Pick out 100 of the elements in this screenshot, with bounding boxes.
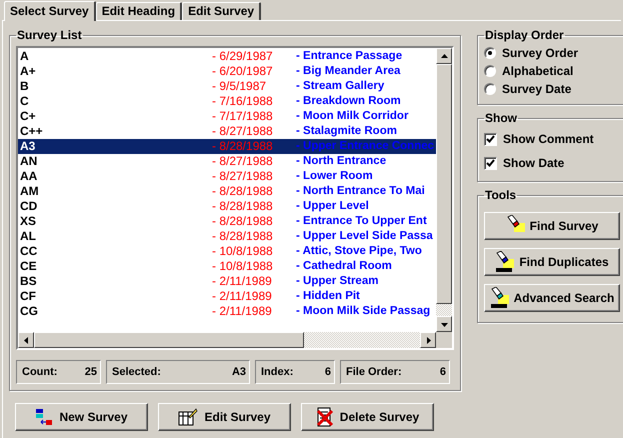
vertical-scrollbar[interactable]: [436, 48, 452, 332]
delete-document-icon: [316, 407, 334, 427]
survey-name: B: [19, 79, 30, 94]
radio-label: Survey Date: [502, 82, 572, 96]
list-row[interactable]: AN - 8/27/1988 - North Entrance: [18, 154, 436, 169]
survey-comment: - Upper Level Side Passa: [296, 229, 433, 244]
action-button[interactable]: New Survey: [15, 403, 148, 431]
list-row[interactable]: C++ - 8/27/1988 - Stalagmite Room: [18, 124, 436, 139]
status-label: Index:: [261, 366, 294, 378]
flashlight-icon: [495, 251, 516, 273]
flashlight-icon: [490, 287, 510, 309]
tool-button[interactable]: Find Duplicates: [484, 248, 620, 276]
checkbox-label: Show Date: [503, 156, 564, 170]
radio-button[interactable]: [484, 65, 496, 77]
list-row[interactable]: B - 9/5/1987 - Stream Gallery: [18, 79, 436, 94]
survey-comment: - North Entrance To Mai: [296, 184, 425, 199]
tab[interactable]: Select Survey: [4, 1, 96, 21]
survey-date: - 6/29/1987: [212, 49, 274, 64]
radio-label: Survey Order: [502, 46, 578, 60]
survey-name: C: [19, 94, 30, 109]
radio-label: Alphabetical: [502, 64, 574, 78]
group-title: Show: [484, 111, 518, 125]
survey-comment: - Moon Milk Corridor: [296, 109, 408, 124]
radio-button[interactable]: [484, 83, 496, 95]
list-row[interactable]: CE - 10/8/1988 - Cathedral Room: [18, 259, 436, 274]
survey-name: CD: [19, 199, 38, 214]
survey-date: - 2/11/1989: [212, 304, 273, 319]
survey-date: - 10/8/1988: [212, 244, 274, 259]
survey-date: - 8/27/1988: [212, 124, 274, 139]
survey-date: - 9/5/1987: [212, 79, 268, 94]
survey-comment: - North Entrance: [296, 154, 386, 169]
list-row[interactable]: CF - 2/11/1989 - Hidden Pit: [18, 289, 436, 304]
survey-date: - 2/11/1989: [212, 289, 273, 304]
survey-date: - 7/17/1988: [212, 109, 274, 124]
survey-date: - 8/28/1988: [212, 184, 274, 199]
tab[interactable]: Edit Survey: [182, 2, 262, 20]
survey-date: - 8/28/1988: [212, 214, 274, 229]
survey-date: - 8/27/1988: [212, 169, 274, 184]
survey-comment: - Attic, Stove Pipe, Two: [296, 244, 422, 259]
scroll-arrow-icon: [424, 336, 432, 344]
scrollbar-corner: [436, 332, 452, 348]
survey-comment: - Breakdown Room: [296, 94, 401, 109]
tool-button[interactable]: Advanced Search: [484, 284, 620, 312]
checkbox[interactable]: [484, 132, 497, 146]
survey-date: - 8/27/1988: [212, 154, 274, 169]
survey-name: BS: [19, 274, 38, 289]
list-row[interactable]: C - 7/16/1988 - Breakdown Room: [18, 94, 436, 109]
list-row[interactable]: C+ - 7/17/1988 - Moon Milk Corridor: [18, 109, 436, 124]
list-row[interactable]: A - 6/29/1987 - Entrance Passage: [18, 49, 436, 64]
survey-comment: - Entrance Passage: [296, 49, 402, 64]
list-row[interactable]: XS - 8/28/1988 - Entrance To Upper Ent: [18, 214, 436, 229]
list-row[interactable]: CC - 10/8/1988 - Attic, Stove Pipe, Two: [18, 244, 436, 259]
survey-comment: - Upper Stream: [296, 274, 378, 289]
checkbox-label: Show Comment: [503, 132, 594, 146]
survey-name: AA: [19, 169, 38, 184]
survey-name: XS: [19, 214, 38, 229]
survey-name: A3: [19, 139, 36, 154]
list-row[interactable]: AA - 8/27/1988 - Lower Room: [18, 169, 436, 184]
group-title: Survey List: [16, 28, 83, 42]
survey-name: AN: [19, 154, 38, 169]
survey-date: - 8/28/1988: [212, 139, 274, 154]
tool-button[interactable]: Find Survey: [484, 212, 620, 240]
action-button[interactable]: Delete Survey: [301, 403, 434, 431]
list-row[interactable]: AM - 8/28/1988 - North Entrance To Mai: [18, 184, 436, 199]
status-value: 25: [84, 366, 97, 378]
survey-date: - 10/8/1988: [212, 259, 274, 274]
list-row[interactable]: BS - 2/11/1989 - Upper Stream: [18, 274, 436, 289]
scroll-arrow-icon: [22, 336, 30, 344]
survey-name: AM: [19, 184, 40, 199]
list-row[interactable]: CG - 2/11/1989 - Moon Milk Side Passag: [18, 304, 436, 319]
survey-name: C++: [19, 124, 44, 139]
survey-name: CF: [19, 289, 37, 304]
list-row[interactable]: A3 - 8/28/1988 - Upper Entrance Connec: [18, 139, 436, 154]
survey-comment: - Stalagmite Room: [296, 124, 397, 139]
list-add-icon: [35, 408, 54, 426]
list-row[interactable]: CD - 8/28/1988 - Upper Level: [18, 199, 436, 214]
checkbox[interactable]: [484, 156, 497, 170]
survey-name: CG: [19, 304, 39, 319]
survey-comment: - Entrance To Upper Ent: [296, 214, 427, 229]
status-label: Count:: [22, 366, 58, 378]
status-value: 6: [324, 366, 331, 378]
horizontal-scrollbar[interactable]: [18, 332, 436, 348]
list-row[interactable]: AL - 8/28/1988 - Upper Level Side Passa: [18, 229, 436, 244]
survey-name: CC: [19, 244, 38, 259]
radio-button[interactable]: [484, 47, 496, 59]
survey-comment: - Cathedral Room: [296, 259, 392, 274]
tab[interactable]: Edit Heading: [96, 2, 182, 20]
survey-name: A+: [19, 64, 37, 79]
status-value: A3: [232, 366, 246, 378]
survey-list[interactable]: [16, 46, 454, 350]
list-row[interactable]: A+ - 6/20/1987 - Big Meander Area: [18, 64, 436, 79]
survey-date: - 7/16/1988: [212, 94, 274, 109]
survey-name: C+: [19, 109, 37, 124]
survey-date: - 8/28/1988: [212, 199, 274, 214]
survey-name: A: [19, 49, 30, 64]
survey-date: - 2/11/1989: [212, 274, 273, 289]
survey-comment: - Upper Level: [296, 199, 369, 214]
survey-name: CE: [19, 259, 38, 274]
action-button[interactable]: Edit Survey: [158, 403, 291, 431]
survey-comment: - Stream Gallery: [296, 79, 384, 94]
